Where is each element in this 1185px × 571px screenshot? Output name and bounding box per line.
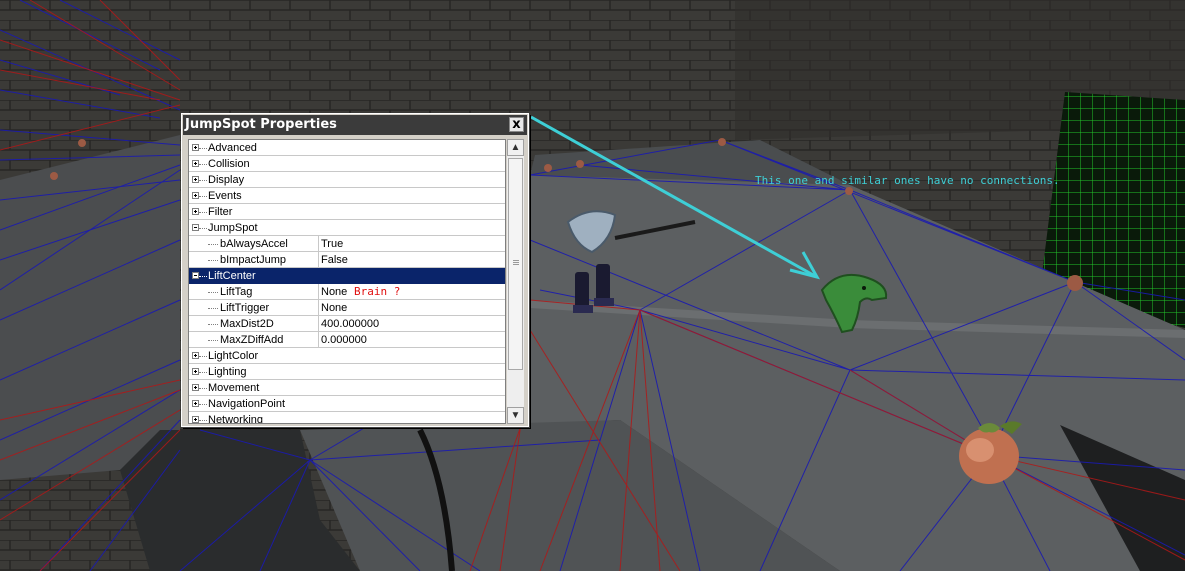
tree-line bbox=[199, 196, 207, 197]
property-row-maxdist2d[interactable]: MaxDist2D 400.000000 bbox=[189, 316, 505, 332]
property-value[interactable]: 400.000000 bbox=[321, 316, 379, 332]
category-navigationpoint[interactable]: NavigationPoint bbox=[189, 396, 505, 412]
category-networking[interactable]: Networking bbox=[189, 412, 505, 424]
category-label: LiftCenter bbox=[208, 270, 256, 282]
properties-titlebar[interactable]: JumpSpot Properties x bbox=[183, 115, 527, 135]
category-events[interactable]: Events bbox=[189, 188, 505, 204]
tree-line bbox=[199, 388, 207, 389]
scroll-down-button[interactable]: ▼ bbox=[507, 407, 524, 424]
property-grid[interactable]: Advanced Collision Display Events Filter… bbox=[188, 139, 506, 424]
category-lighting[interactable]: Lighting bbox=[189, 364, 505, 380]
category-lightcolor[interactable]: LightColor bbox=[189, 348, 505, 364]
column-divider[interactable] bbox=[318, 252, 319, 268]
category-label: NavigationPoint bbox=[208, 398, 286, 410]
category-filter[interactable]: Filter bbox=[189, 204, 505, 220]
tree-line bbox=[199, 212, 207, 213]
property-row-lifttag[interactable]: LiftTag None Brain ? bbox=[189, 284, 505, 300]
properties-window[interactable]: JumpSpot Properties x Advanced Collision… bbox=[181, 113, 529, 427]
column-divider[interactable] bbox=[318, 236, 319, 252]
property-name: MaxDist2D bbox=[220, 318, 274, 330]
category-display[interactable]: Display bbox=[189, 172, 505, 188]
property-value[interactable]: False bbox=[321, 252, 348, 268]
property-name: MaxZDiffAdd bbox=[220, 334, 284, 346]
no-connections-note: This one and similar ones have no connec… bbox=[755, 174, 1060, 187]
column-divider[interactable] bbox=[318, 332, 319, 348]
property-name: LiftTag bbox=[220, 286, 253, 298]
tree-line bbox=[199, 356, 207, 357]
category-label: JumpSpot bbox=[208, 222, 258, 234]
tree-line bbox=[208, 308, 218, 309]
scroll-thumb[interactable] bbox=[508, 158, 523, 370]
expand-icon[interactable] bbox=[192, 352, 199, 359]
tree-line bbox=[199, 420, 207, 421]
property-name: bImpactJump bbox=[220, 254, 287, 266]
tree-line bbox=[208, 324, 218, 325]
category-advanced[interactable]: Advanced bbox=[189, 140, 505, 156]
property-value[interactable]: 0.000000 bbox=[321, 332, 367, 348]
brain-annotation: Brain ? bbox=[354, 285, 401, 298]
tree-line bbox=[199, 164, 207, 165]
tree-line bbox=[199, 276, 207, 277]
column-divider[interactable] bbox=[318, 300, 319, 316]
grip-icon bbox=[513, 260, 519, 261]
collapse-icon[interactable] bbox=[192, 272, 199, 279]
category-movement[interactable]: Movement bbox=[189, 380, 505, 396]
collapse-icon[interactable] bbox=[192, 224, 199, 231]
property-value[interactable]: None bbox=[321, 300, 347, 316]
property-row-maxzdiffadd[interactable]: MaxZDiffAdd 0.000000 bbox=[189, 332, 505, 348]
tree-line bbox=[199, 372, 207, 373]
expand-icon[interactable] bbox=[192, 208, 199, 215]
expand-icon[interactable] bbox=[192, 384, 199, 391]
vertical-scrollbar[interactable]: ▲ ▼ bbox=[507, 139, 524, 424]
tree-line bbox=[199, 148, 207, 149]
property-row-balwaysaccel[interactable]: bAlwaysAccel True bbox=[189, 236, 505, 252]
category-label: Events bbox=[208, 190, 242, 202]
expand-icon[interactable] bbox=[192, 416, 199, 423]
category-jumpspot[interactable]: JumpSpot bbox=[189, 220, 505, 236]
category-label: Display bbox=[208, 174, 245, 186]
tree-line bbox=[208, 244, 218, 245]
expand-icon[interactable] bbox=[192, 160, 199, 167]
column-divider[interactable] bbox=[318, 316, 319, 332]
tree-line bbox=[208, 340, 218, 341]
category-label: Advanced bbox=[208, 142, 257, 154]
category-label: Lighting bbox=[208, 366, 247, 378]
property-name: LiftTrigger bbox=[220, 302, 270, 314]
tree-line bbox=[199, 228, 207, 229]
expand-icon[interactable] bbox=[192, 192, 199, 199]
expand-icon[interactable] bbox=[192, 400, 199, 407]
property-value[interactable]: True bbox=[321, 236, 343, 252]
tree-line bbox=[199, 404, 207, 405]
category-label: LightColor bbox=[208, 350, 259, 362]
expand-icon[interactable] bbox=[192, 176, 199, 183]
scroll-up-button[interactable]: ▲ bbox=[507, 139, 524, 156]
column-divider[interactable] bbox=[318, 284, 319, 300]
category-liftcenter[interactable]: LiftCenter bbox=[189, 268, 505, 284]
tree-line bbox=[199, 180, 207, 181]
category-label: Movement bbox=[208, 382, 260, 394]
expand-icon[interactable] bbox=[192, 144, 199, 151]
expand-icon[interactable] bbox=[192, 368, 199, 375]
tree-line bbox=[208, 292, 218, 293]
property-name: bAlwaysAccel bbox=[220, 238, 288, 250]
level-viewport[interactable] bbox=[0, 0, 1185, 571]
category-label: Filter bbox=[208, 206, 233, 218]
property-value[interactable]: None bbox=[321, 284, 347, 300]
close-button[interactable]: x bbox=[509, 117, 524, 132]
window-title: JumpSpot Properties bbox=[185, 117, 337, 132]
property-row-lifttrigger[interactable]: LiftTrigger None bbox=[189, 300, 505, 316]
category-label: Collision bbox=[208, 158, 250, 170]
category-collision[interactable]: Collision bbox=[189, 156, 505, 172]
tree-line bbox=[208, 260, 218, 261]
property-row-bimpactjump[interactable]: bImpactJump False bbox=[189, 252, 505, 268]
category-label: Networking bbox=[208, 414, 264, 424]
